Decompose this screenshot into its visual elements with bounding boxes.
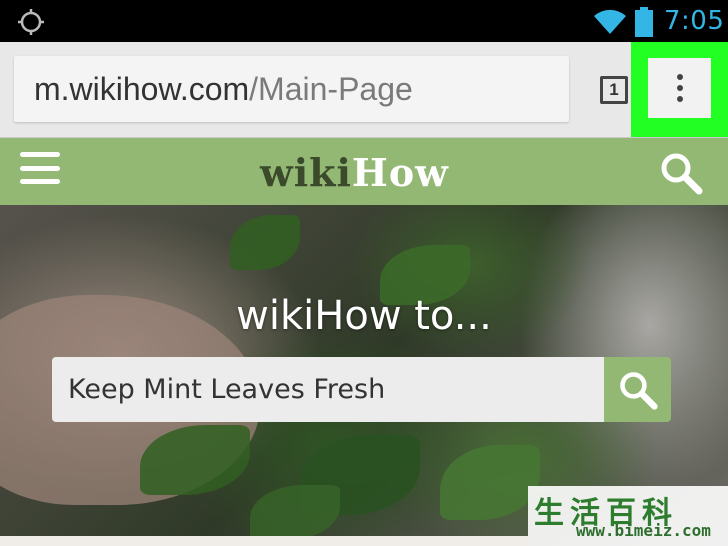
search-icon[interactable] xyxy=(658,150,704,196)
url-field[interactable]: m.wikihow.com/Main-Page xyxy=(14,56,569,122)
battery-icon xyxy=(635,7,653,37)
watermark-url: www.bimeiz.com xyxy=(576,521,711,540)
wikihow-logo[interactable]: wikiHow xyxy=(260,150,449,195)
menu-dot xyxy=(676,85,683,91)
status-bar: 7:05 xyxy=(0,0,728,42)
browser-toolbar: m.wikihow.com/Main-Page 1 xyxy=(0,42,728,138)
watermark: 生活百科 www.bimeiz.com xyxy=(528,486,728,546)
status-time: 7:05 xyxy=(664,6,725,36)
url-host: m.wikihow.com xyxy=(34,70,250,107)
search-input[interactable]: Keep Mint Leaves Fresh xyxy=(52,357,604,422)
wikihow-header: wikiHow xyxy=(0,138,728,205)
wifi-icon xyxy=(594,9,626,34)
tab-count: 1 xyxy=(609,80,619,99)
logo-how: How xyxy=(351,150,449,195)
hero-title: wikiHow to... xyxy=(236,293,492,339)
gps-icon xyxy=(18,9,44,35)
overflow-menu-icon xyxy=(676,74,683,80)
overflow-menu-button[interactable] xyxy=(648,58,711,118)
search-button[interactable] xyxy=(604,357,671,422)
logo-wiki: wiki xyxy=(260,150,352,195)
next-card-edge xyxy=(0,536,528,546)
search-input-value: Keep Mint Leaves Fresh xyxy=(68,374,386,405)
search-icon xyxy=(619,371,658,410)
menu-dot xyxy=(676,96,683,102)
hamburger-icon[interactable] xyxy=(20,152,60,184)
url-path: /Main-Page xyxy=(249,70,413,107)
tab-switcher-button[interactable]: 1 xyxy=(600,76,628,104)
